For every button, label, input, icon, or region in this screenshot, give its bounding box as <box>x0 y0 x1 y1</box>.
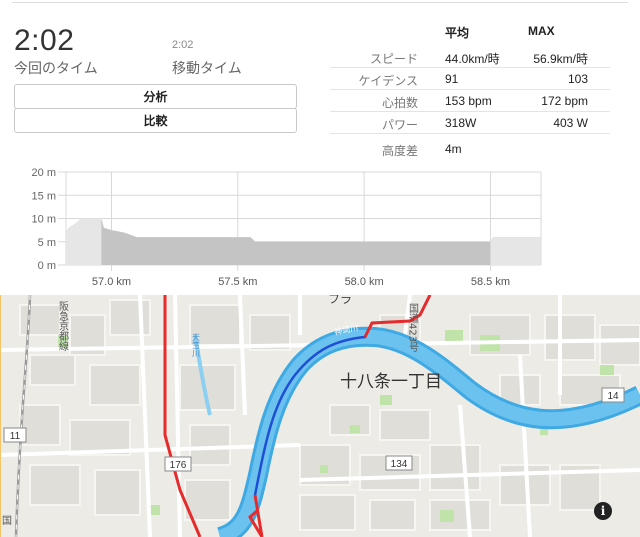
stats-max-value: 103 <box>567 72 588 86</box>
moving-time-label: 移動タイム <box>172 61 242 77</box>
stats-label: パワー <box>381 118 418 132</box>
elevation-area-highlight <box>490 237 541 265</box>
elevation-chart: 20 m 15 m 10 m 5 m 0 m 57.0 km 57.5 km 58.0 km… <box>32 167 542 288</box>
top-divider <box>12 2 628 3</box>
analyze-button[interactable]: 分析 <box>14 84 297 109</box>
map-canvas[interactable]: 176 134 11 14 十八条一丁目 阪急京都線 国道423号 神崎川 天竺… <box>0 295 640 537</box>
stats-row-cadence: ケイデンス 91 103 <box>330 68 610 90</box>
stats-label: スピード <box>369 52 418 66</box>
road-423-label: 国道423号 <box>407 303 419 353</box>
chart-area <box>66 218 541 265</box>
info-icon[interactable]: i <box>594 502 612 520</box>
chart-y-axis: 20 m 15 m 10 m 5 m 0 m <box>32 167 56 272</box>
x-tick-label: 57.0 km <box>92 276 131 288</box>
partial-road-label: 国 <box>2 515 12 527</box>
stats-header-max: MAX <box>528 24 555 38</box>
stats-row-elevation: 高度差 4m <box>330 138 610 160</box>
x-tick-label: 58.5 km <box>471 276 510 288</box>
moving-time: 2:02 <box>172 39 194 51</box>
y-tick-label: 10 m <box>32 214 56 226</box>
partial-place-label: フラ <box>328 295 352 306</box>
stats-label: 心拍数 <box>381 96 418 110</box>
x-tick-label: 57.5 km <box>218 276 257 288</box>
stats-label: ケイデンス <box>358 74 418 88</box>
stats-label: 高度差 <box>381 144 418 158</box>
compare-button[interactable]: 比較 <box>14 108 297 133</box>
elapsed-time-label: 今回のタイム <box>14 61 98 77</box>
stats-max-value: 172 bpm <box>541 94 588 108</box>
small-river-label: 天竺川 <box>192 333 201 357</box>
elevation-area <box>66 218 541 265</box>
route-shield-11: 11 <box>3 427 27 443</box>
stats-average-value: 4m <box>445 142 462 156</box>
stats-row-speed: スピード 44.0km/時 56.9km/時 <box>330 46 610 68</box>
summary-panel: 2:02 今回のタイム 2:02 移動タイム 分析 比較 平均 MAX スピード… <box>0 0 640 160</box>
stats-average-value: 318W <box>445 116 477 130</box>
y-tick-label: 20 m <box>32 167 56 179</box>
elapsed-time: 2:02 <box>14 24 75 57</box>
route-134-label: 134 <box>391 459 408 470</box>
chart-x-axis: 57.0 km 57.5 km 58.0 km 58.5 km <box>92 276 510 288</box>
stats-average-value: 91 <box>445 72 459 86</box>
stats-max-value: 56.9km/時 <box>533 52 588 66</box>
y-tick-label: 0 m <box>38 260 56 272</box>
route-14-label: 14 <box>607 391 619 402</box>
route-shield-176: 176 <box>164 456 192 472</box>
route-11-label: 11 <box>10 431 21 442</box>
y-tick-label: 15 m <box>32 190 56 202</box>
stats-row-heart-rate: 心拍数 153 bpm 172 bpm <box>330 90 610 112</box>
route-shield-14: 14 <box>601 387 625 403</box>
route-176-label: 176 <box>170 460 187 471</box>
stats-average-value: 44.0km/時 <box>445 52 500 66</box>
x-tick-label: 58.0 km <box>345 276 384 288</box>
stats-max-value: 403 W <box>553 116 588 130</box>
stats-average-value: 153 bpm <box>445 94 492 108</box>
stats-header-average: 平均 <box>445 26 470 40</box>
district-label: 十八条一丁目 <box>340 372 442 392</box>
elevation-area-highlight <box>66 218 102 265</box>
y-tick-label: 5 m <box>38 237 56 249</box>
stats-row-power: パワー 318W 403 W <box>330 112 610 134</box>
route-shield-134: 134 <box>385 455 413 471</box>
route-map[interactable]: 176 134 11 14 十八条一丁目 阪急京都線 国道423号 神崎川 天竺… <box>0 295 640 537</box>
rail-line-label: 阪急京都線 <box>57 300 69 351</box>
